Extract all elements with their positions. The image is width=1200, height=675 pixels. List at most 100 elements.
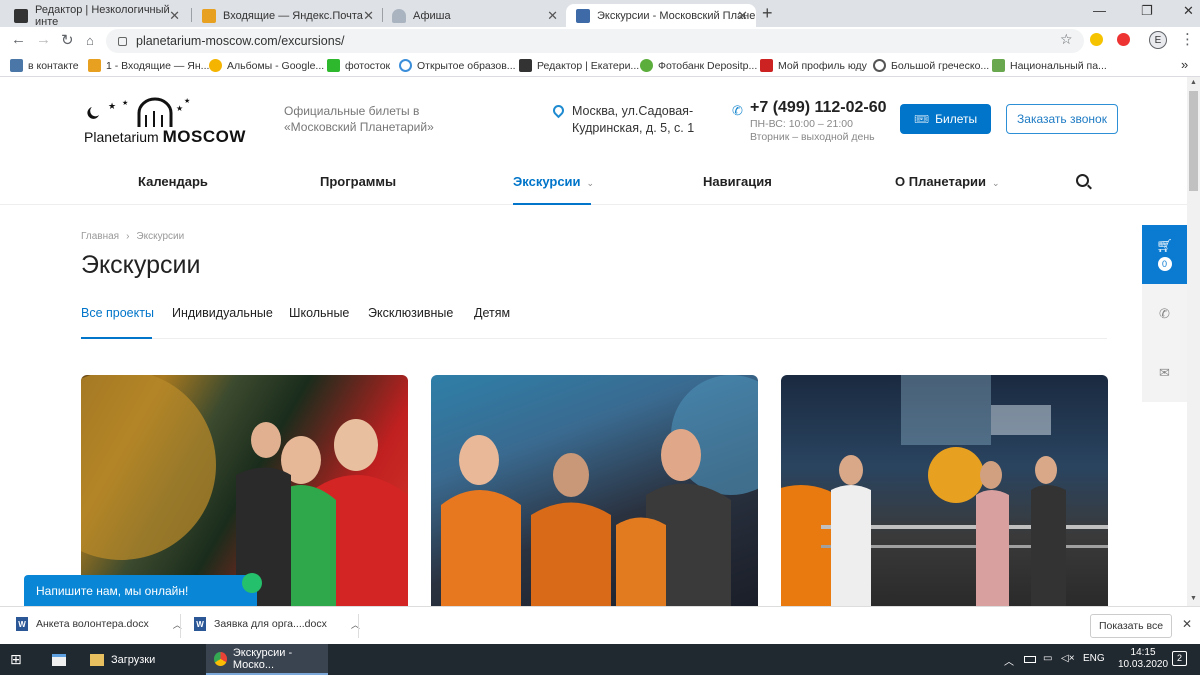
address-bar[interactable]: planetarium-moscow.com/excursions/ (106, 29, 1084, 53)
bookmark-open-education[interactable]: Открытое образов... (399, 59, 516, 72)
scroll-up-icon[interactable]: ▲ (1190, 79, 1197, 86)
download-item[interactable]: W Заявка для орга....docx ︿ (194, 617, 360, 631)
tickets-label: Билеты (935, 112, 978, 126)
excursion-card-photo[interactable] (781, 375, 1108, 606)
call-widget-button[interactable]: ✆ (1142, 284, 1187, 343)
show-hidden-icons[interactable]: ︿ (1004, 653, 1014, 668)
site-logo[interactable]: ★ ★ ★ ★ Planetarium MOSCOW (84, 97, 245, 147)
scroll-down-icon[interactable]: ▼ (1190, 595, 1197, 602)
taskbar-item-downloads[interactable]: Загрузки (84, 644, 202, 675)
bookmark-editor[interactable]: Редактор | Екатери... (519, 59, 639, 72)
show-all-downloads-button[interactable]: Показать все (1090, 614, 1172, 638)
forward-icon[interactable]: → (36, 31, 51, 48)
close-icon[interactable]: ✕ (1182, 617, 1192, 631)
chrome-icon (214, 651, 227, 666)
bookmark-mail[interactable]: 1 - Входящие — Ян... (88, 59, 209, 72)
excursion-card-photo[interactable] (431, 375, 758, 606)
menu-programs[interactable]: Программы (320, 174, 396, 189)
bookmark-photostock[interactable]: фотосток (327, 59, 390, 72)
bookmark-label: Редактор | Екатери... (537, 59, 640, 72)
svg-text:★: ★ (108, 101, 116, 111)
bookmark-label: Большой греческо... (891, 59, 990, 72)
browser-tab-mail[interactable]: Входящие — Яндекс.Почта ✕ (192, 4, 382, 27)
svg-text:★: ★ (176, 104, 183, 113)
menu-navigation[interactable]: Навигация (703, 174, 772, 189)
map-icon (992, 59, 1005, 72)
menu-calendar[interactable]: Календарь (138, 174, 208, 189)
battery-icon[interactable] (1024, 656, 1036, 663)
chevron-down-icon: ⌄ (586, 178, 595, 188)
excursion-card-photo[interactable] (81, 375, 408, 606)
system-clock[interactable]: 14:15 10.03.2020 (1118, 647, 1168, 671)
menu-about[interactable]: О Планетарии ⌄ (895, 174, 1000, 189)
bookmark-national-park[interactable]: Национальный па... (992, 59, 1107, 72)
profile-avatar[interactable]: E (1149, 31, 1167, 49)
window-close-icon[interactable]: ✕ (1183, 3, 1194, 19)
download-filename: Анкета волонтера.docx (36, 618, 149, 630)
bookmark-depositphotos[interactable]: Фотобанк Depositp... (640, 59, 757, 72)
mail-widget-button[interactable]: ✉ (1142, 343, 1187, 402)
language-indicator[interactable]: ENG (1083, 653, 1105, 664)
card-photo-illustration (441, 375, 758, 606)
windows-start-icon[interactable]: ⊞ (10, 644, 22, 675)
filter-all[interactable]: Все проекты (81, 306, 154, 320)
cart-button[interactable]: 🛒︎ 0 (1142, 225, 1187, 284)
browser-tab-excursions[interactable]: Экскурсии - Московский Плане ✕ (566, 4, 756, 27)
vk-icon (10, 59, 23, 72)
close-icon[interactable]: ✕ (169, 8, 180, 24)
chat-widget[interactable]: Напишите нам, мы онлайн! (24, 573, 262, 606)
phone-icon: ✆ (732, 103, 743, 118)
browser-tab-afisha[interactable]: Афиша ✕ (382, 4, 566, 27)
close-icon[interactable]: ✕ (737, 8, 748, 24)
maximize-icon[interactable]: ❐ (1141, 3, 1153, 19)
reload-icon[interactable]: ↻ (61, 31, 74, 49)
downloads-bar: W Анкета волонтера.docx ︿ W Заявка для о… (0, 606, 1200, 644)
filter-individual[interactable]: Индивидуальные (172, 306, 273, 320)
volume-icon[interactable]: ◁× (1061, 653, 1075, 664)
menu-excursions[interactable]: Экскурсии ⌄ (513, 174, 594, 189)
opera-extension-icon[interactable] (1117, 33, 1130, 46)
lock-icon (118, 36, 127, 46)
bookmark-greek[interactable]: Большой греческо... (873, 59, 989, 72)
browser-tab-strip: Редактор | Незкологичный инте ✕ Входящие… (0, 0, 1200, 28)
page-title: Экскурсии (81, 251, 201, 279)
network-icon[interactable]: ▭ (1043, 653, 1052, 664)
page-scrollbar[interactable]: ▲ ▼ (1187, 77, 1200, 606)
breadcrumb-home[interactable]: Главная (81, 231, 119, 242)
star-icon[interactable]: ☆ (1060, 31, 1073, 48)
home-icon[interactable]: ⌂ (86, 33, 94, 48)
filter-kids[interactable]: Детям (474, 306, 510, 320)
site-phone-block: ✆ +7 (499) 112-02-60 ПН-ВС: 10:00 – 21:0… (732, 99, 892, 143)
planetarium-favicon (576, 8, 590, 23)
bookmark-youdo[interactable]: Мой профиль юду (760, 59, 867, 72)
envelope-icon: ✉ (1159, 364, 1170, 380)
scrollbar-thumb[interactable] (1189, 91, 1198, 191)
logo-wordmark: Planetarium MOSCOW (84, 127, 246, 147)
bookmark-albums[interactable]: Альбомы - Google... (209, 59, 324, 72)
tickets-button[interactable]: 🎟︎ Билеты (900, 104, 991, 134)
taskbar-item-chrome[interactable]: Экскурсии - Моско... (206, 644, 328, 675)
more-bookmarks-icon[interactable]: » (1181, 57, 1188, 72)
clock-time: 14:15 (1130, 647, 1156, 658)
store-icon[interactable] (48, 644, 70, 675)
callback-button[interactable]: Заказать звонок (1006, 104, 1118, 134)
minimize-icon[interactable]: — (1093, 3, 1106, 18)
online-indicator-icon (242, 573, 262, 593)
cloud-icon (392, 8, 406, 23)
bookmark-vk[interactable]: в контакте (10, 59, 79, 72)
menu-dots-icon[interactable]: ⋮ (1180, 30, 1195, 48)
youdo-icon (760, 59, 773, 72)
extension-icon[interactable] (1090, 33, 1103, 46)
filter-exclusive[interactable]: Эксклюзивные (368, 306, 453, 320)
new-tab-icon[interactable]: + (762, 3, 773, 24)
cart-icon: 🛒︎ (1156, 238, 1173, 253)
close-icon[interactable]: ✕ (547, 8, 558, 24)
filter-school[interactable]: Школьные (289, 306, 349, 320)
search-icon[interactable] (1076, 174, 1089, 187)
browser-tab-editor[interactable]: Редактор | Незкологичный инте ✕ (4, 4, 188, 28)
close-icon[interactable]: ✕ (363, 8, 374, 24)
phone-number[interactable]: +7 (499) 112-02-60 (750, 99, 892, 117)
download-item[interactable]: W Анкета волонтера.docx ︿ (16, 617, 182, 631)
back-icon[interactable]: ← (11, 31, 26, 48)
notifications-icon[interactable]: 2 (1172, 651, 1187, 666)
